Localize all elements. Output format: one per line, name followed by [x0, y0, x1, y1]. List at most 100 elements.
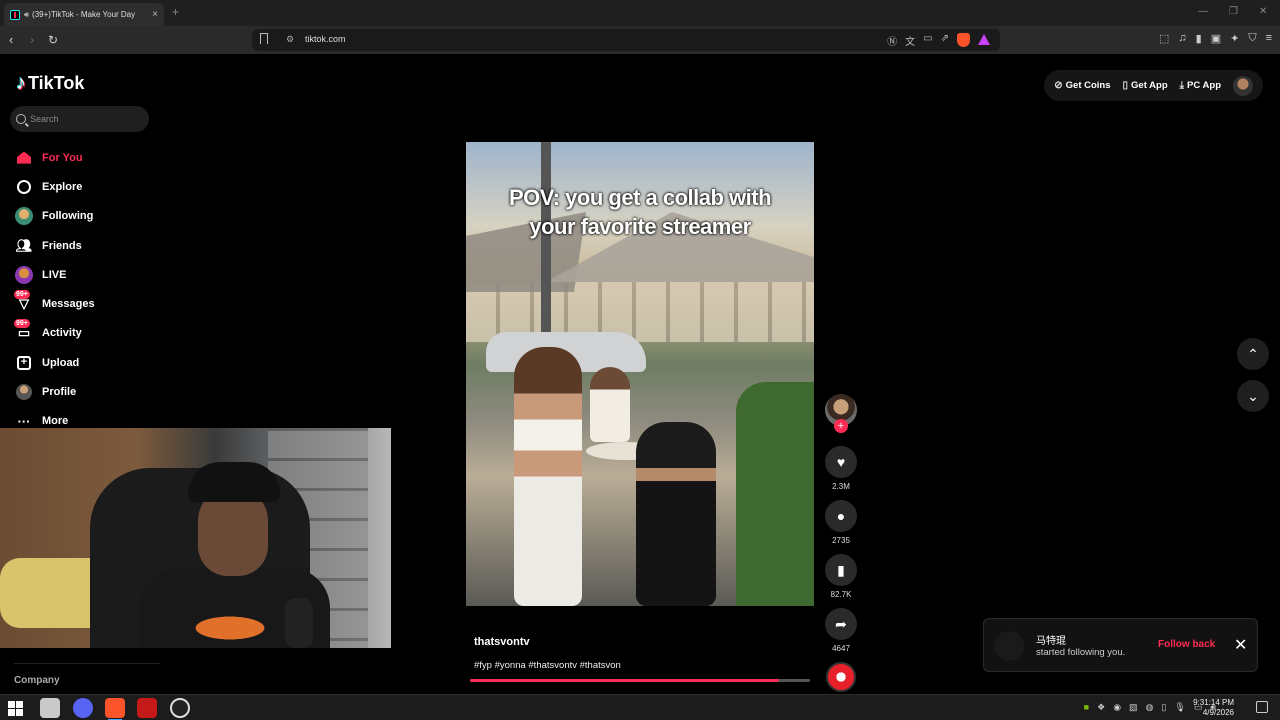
obs-icon[interactable] — [170, 698, 190, 718]
video-person-front — [514, 347, 582, 606]
sidebar-item-messages[interactable]: ▽ 99+ Messages — [14, 289, 95, 318]
tray-icon-2[interactable]: ▧ — [1129, 702, 1138, 713]
activity-badge: 99+ — [14, 319, 30, 329]
media-icon[interactable]: ♫ — [1178, 32, 1186, 45]
address-bar[interactable]: ⚙ tiktok.com Ⓝ 文 ▭ ⇗ — [252, 29, 1000, 51]
sidebar-item-for-you[interactable]: For You — [14, 143, 95, 172]
bookmark-button[interactable]: ▮ — [825, 554, 857, 586]
translate-icon[interactable]: 文 — [905, 33, 915, 48]
phone-icon: ▯ — [1122, 80, 1129, 91]
video-hedge — [736, 382, 814, 606]
like-button[interactable]: ♥ — [825, 446, 857, 478]
site-settings-icon[interactable]: ⚙ — [286, 34, 294, 45]
tiktok-logo[interactable]: ♪ TikTok — [16, 72, 84, 95]
comment-count: 2735 — [832, 536, 850, 545]
video-player[interactable]: POV: you get a collab with your favorite… — [466, 142, 814, 606]
brave-browser-icon[interactable] — [105, 698, 125, 720]
tray-icon-3[interactable]: ◍ — [1146, 702, 1154, 713]
speaker-icon[interactable]: 🔊︎ — [24, 10, 29, 20]
overlay-line-2: your favorite streamer — [529, 214, 751, 239]
sidebar-item-profile[interactable]: Profile — [14, 377, 95, 406]
leo-ai-icon[interactable]: ✦ — [1230, 32, 1239, 45]
video-progress-fill — [470, 679, 780, 682]
get-app-label: Get App — [1131, 80, 1168, 91]
following-avatar-icon — [14, 206, 34, 226]
new-tab-button[interactable]: + — [172, 5, 179, 19]
follow-plus-icon[interactable]: + — [834, 419, 848, 433]
brave-shields-icon[interactable] — [957, 33, 970, 47]
close-window-button[interactable]: ✕ — [1259, 6, 1267, 17]
vpn-icon[interactable]: ⛉ — [1248, 32, 1256, 45]
share-arrow-icon: ➦ — [835, 615, 847, 632]
browser-tab[interactable]: 🔊︎ (39+)TikTok - Make Your Day × — [4, 3, 164, 26]
battery-icon[interactable]: ▯ — [1161, 702, 1166, 713]
maximize-button[interactable]: ❐ — [1229, 6, 1238, 17]
wallet-icon[interactable]: ▣ — [1211, 32, 1221, 45]
sidebar-item-live[interactable]: LIVE — [14, 260, 95, 289]
sidebar-item-label: Explore — [42, 180, 83, 193]
user-avatar[interactable] — [1233, 75, 1253, 96]
sidebar-item-activity[interactable]: ▭ 99+ Activity — [14, 319, 95, 348]
search-bar[interactable] — [10, 106, 149, 132]
previous-video-button[interactable]: ⌃ — [1237, 338, 1269, 370]
nvidia-icon[interactable]: ■ — [1084, 702, 1089, 713]
url-text[interactable]: tiktok.com — [305, 34, 346, 44]
next-video-button[interactable]: ⌄ — [1237, 380, 1269, 412]
sidebar-item-following[interactable]: Following — [14, 202, 95, 231]
friends-icon: 👥︎ — [15, 237, 33, 253]
reader-mode-icon[interactable]: Ⓝ — [887, 33, 897, 48]
video-person-right — [636, 422, 716, 606]
search-input[interactable] — [30, 114, 140, 124]
back-icon[interactable]: ‹ — [9, 33, 13, 47]
notification-center-icon[interactable] — [1256, 701, 1268, 713]
sidebar-item-label: Profile — [42, 386, 77, 399]
clock-time: 9:31:14 PM — [1193, 698, 1234, 707]
forward-icon[interactable]: › — [30, 33, 34, 47]
file-explorer-icon[interactable] — [40, 698, 60, 718]
pc-app-button[interactable]: ⤓ PC App — [1180, 80, 1221, 91]
minimize-button[interactable]: — — [1198, 6, 1208, 17]
cast-icon[interactable]: ▭ — [923, 33, 932, 48]
sidebar-item-upload[interactable]: + Upload — [14, 348, 95, 377]
video-progress-bar[interactable] — [470, 679, 810, 682]
among-us-icon[interactable] — [137, 698, 157, 718]
microphone-icon — [285, 598, 313, 648]
tiktok-note-icon: ♪ — [16, 72, 26, 94]
menu-icon[interactable]: ≡ — [1266, 32, 1272, 45]
get-app-button[interactable]: ▯ Get App — [1123, 80, 1168, 91]
share-icon[interactable]: ⇗ — [941, 33, 949, 48]
sidebar-item-friends[interactable]: 👥︎ Friends — [14, 231, 95, 260]
compass-icon — [14, 177, 34, 197]
steam-icon[interactable]: ◉ — [1113, 702, 1121, 713]
sound-disc-icon[interactable] — [826, 662, 856, 692]
browser-toolbar: ‹ › ↻ ⚙ tiktok.com Ⓝ 文 ▭ ⇗ ⬚ ♫ ▮ ▣ ✦ ⛉ ≡ — [0, 26, 1280, 54]
notification-message: started following you. — [1036, 647, 1126, 658]
tab-close-button[interactable]: × — [152, 9, 158, 20]
search-icon[interactable] — [16, 114, 26, 124]
creator-avatar[interactable]: + — [825, 394, 857, 433]
reload-icon[interactable]: ↻ — [48, 33, 58, 47]
bookmark-icon[interactable] — [260, 33, 268, 44]
close-icon[interactable]: ✕ — [1234, 635, 1247, 655]
company-link[interactable]: Company — [14, 675, 60, 686]
chevron-up-icon: ⌃ — [1247, 345, 1259, 362]
discord-icon[interactable] — [73, 698, 93, 718]
video-hashtags[interactable]: #fyp #yonna #thatsvontv #thatsvon — [474, 660, 621, 671]
brave-rewards-icon[interactable] — [978, 34, 990, 45]
follow-back-button[interactable]: Follow back — [1158, 639, 1215, 650]
screenshot-icon[interactable]: ⬚ — [1159, 32, 1169, 45]
sidebar-item-explore[interactable]: Explore — [14, 172, 95, 201]
sidebar-icon[interactable]: ▮ — [1196, 32, 1202, 45]
follower-avatar[interactable] — [994, 631, 1024, 661]
video-author[interactable]: thatsvontv — [474, 636, 530, 648]
get-coins-button[interactable]: ⊘ Get Coins — [1054, 80, 1110, 91]
tray-app-icon[interactable]: ❖ — [1097, 702, 1105, 713]
sidebar-item-label: LIVE — [42, 268, 67, 281]
follower-name[interactable]: 马特琨 — [1036, 632, 1066, 647]
video-actions: + ♥ 2.3M ● 2735 ▮ 82.7K ➦ 4647 — [824, 394, 858, 692]
comment-button[interactable]: ● — [825, 500, 857, 532]
windows-start-icon[interactable] — [8, 701, 23, 716]
clock[interactable]: 9:31:14 PM 4/9/2026 — [1174, 698, 1234, 718]
share-button[interactable]: ➦ — [825, 608, 857, 640]
activity-icon: ▭ 99+ — [14, 319, 31, 341]
